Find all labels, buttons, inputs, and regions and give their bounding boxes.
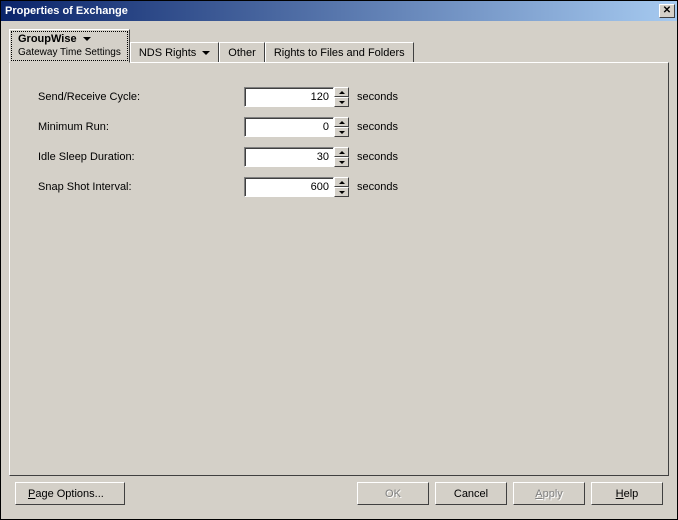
tab-strip: GroupWise Gateway Time Settings NDS Righ… bbox=[9, 29, 669, 62]
arrow-up-icon bbox=[339, 91, 345, 94]
row-min-run: Minimum Run: seconds bbox=[38, 117, 640, 137]
row-idle-sleep: Idle Sleep Duration: seconds bbox=[38, 147, 640, 167]
label-snap-shot: Snap Shot Interval: bbox=[38, 181, 244, 193]
chevron-down-icon bbox=[202, 51, 210, 55]
unit-snap-shot: seconds bbox=[357, 181, 398, 193]
page-options-button[interactable]: Page Options... bbox=[15, 482, 125, 505]
ok-button[interactable]: OK bbox=[357, 482, 429, 505]
label-send-receive: Send/Receive Cycle: bbox=[38, 91, 244, 103]
spinner-send-receive bbox=[244, 87, 349, 107]
window-title: Properties of Exchange bbox=[5, 5, 659, 17]
input-send-receive[interactable] bbox=[244, 87, 334, 107]
properties-dialog: Properties of Exchange ✕ GroupWise Gatew… bbox=[0, 0, 678, 520]
spinner-down[interactable] bbox=[334, 187, 349, 197]
tab-label: GroupWise bbox=[18, 33, 77, 45]
row-send-receive: Send/Receive Cycle: seconds bbox=[38, 87, 640, 107]
spinner-down[interactable] bbox=[334, 157, 349, 167]
unit-min-run: seconds bbox=[357, 121, 398, 133]
spinner-up[interactable] bbox=[334, 117, 349, 127]
tab-rights-files-folders[interactable]: Rights to Files and Folders bbox=[265, 42, 414, 62]
unit-idle-sleep: seconds bbox=[357, 151, 398, 163]
close-button[interactable]: ✕ bbox=[659, 4, 675, 18]
titlebar: Properties of Exchange ✕ bbox=[1, 1, 677, 21]
spinner-idle-sleep bbox=[244, 147, 349, 167]
arrow-up-icon bbox=[339, 121, 345, 124]
arrow-down-icon bbox=[339, 191, 345, 194]
tab-nds-rights[interactable]: NDS Rights bbox=[130, 42, 219, 62]
tab-groupwise[interactable]: GroupWise Gateway Time Settings bbox=[9, 29, 130, 63]
input-idle-sleep[interactable] bbox=[244, 147, 334, 167]
spinner-up[interactable] bbox=[334, 147, 349, 157]
tab-label: Rights to Files and Folders bbox=[274, 47, 405, 59]
chevron-down-icon bbox=[83, 37, 91, 41]
spinner-down[interactable] bbox=[334, 97, 349, 107]
arrow-down-icon bbox=[339, 131, 345, 134]
button-bar: Page Options... OK Cancel Apply Help bbox=[9, 476, 669, 511]
tab-label: Other bbox=[228, 47, 256, 59]
spinner-down[interactable] bbox=[334, 127, 349, 137]
label-idle-sleep: Idle Sleep Duration: bbox=[38, 151, 244, 163]
spinner-min-run bbox=[244, 117, 349, 137]
cancel-button[interactable]: Cancel bbox=[435, 482, 507, 505]
tab-other[interactable]: Other bbox=[219, 42, 265, 62]
arrow-down-icon bbox=[339, 101, 345, 104]
dialog-body: GroupWise Gateway Time Settings NDS Righ… bbox=[1, 21, 677, 519]
spinner-up[interactable] bbox=[334, 177, 349, 187]
tab-label: NDS Rights bbox=[139, 47, 196, 59]
spinner-snap-shot bbox=[244, 177, 349, 197]
tab-panel: Send/Receive Cycle: seconds Minimum Run: bbox=[9, 62, 669, 476]
spinner-up[interactable] bbox=[334, 87, 349, 97]
arrow-up-icon bbox=[339, 181, 345, 184]
input-min-run[interactable] bbox=[244, 117, 334, 137]
unit-send-receive: seconds bbox=[357, 91, 398, 103]
arrow-down-icon bbox=[339, 161, 345, 164]
input-snap-shot[interactable] bbox=[244, 177, 334, 197]
help-button[interactable]: Help bbox=[591, 482, 663, 505]
arrow-up-icon bbox=[339, 151, 345, 154]
apply-button[interactable]: Apply bbox=[513, 482, 585, 505]
row-snap-shot: Snap Shot Interval: seconds bbox=[38, 177, 640, 197]
tab-sublabel: Gateway Time Settings bbox=[18, 47, 121, 58]
label-min-run: Minimum Run: bbox=[38, 121, 244, 133]
